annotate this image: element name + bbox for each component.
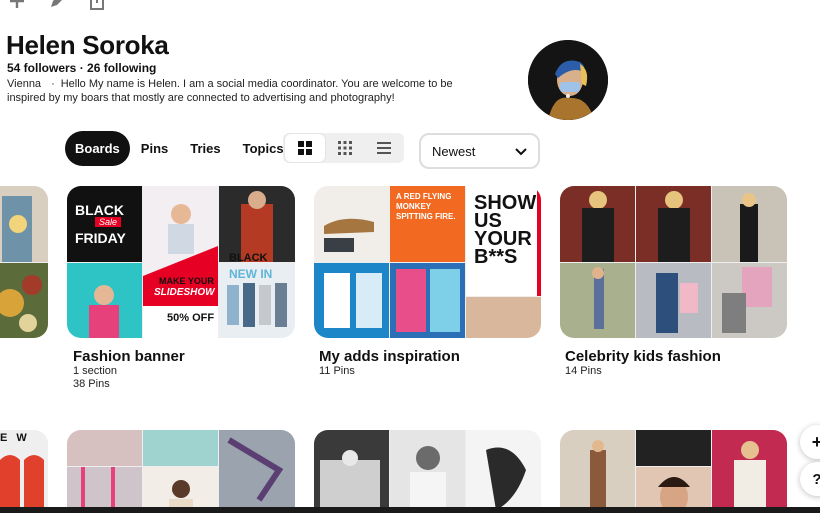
board-pins-count: 38 Pins — [73, 378, 110, 390]
share-icon[interactable] — [88, 0, 106, 15]
board-sections-count: 1 section — [73, 365, 118, 377]
board-cover-celebrity-kids[interactable] — [560, 186, 787, 338]
bio-separator: · — [51, 78, 55, 90]
board-title[interactable]: Celebrity kids fashion — [565, 348, 721, 365]
cover-text: A RED FLYING MONKEY SPITTING FIRE. — [396, 192, 456, 221]
bio-text: Hello My name is Helen. I am a social me… — [7, 78, 453, 104]
sort-selected-value: Newest — [432, 143, 476, 159]
board-cover-row2-bw[interactable] — [314, 430, 541, 513]
cover-text: BLACK — [229, 252, 268, 262]
cover-black-friday: BLACK Sale FRIDAY — [67, 186, 142, 262]
grid-large-icon[interactable] — [285, 134, 325, 162]
board-cover-row2-partial-left[interactable]: E W — [0, 430, 48, 513]
profile-location: Vienna — [7, 78, 42, 90]
tab-boards[interactable]: Boards — [65, 131, 130, 166]
list-icon[interactable] — [364, 134, 404, 162]
board-cover-row2-celebrity[interactable] — [560, 430, 787, 513]
board-cover-partial-left[interactable] — [0, 186, 48, 338]
cover-text: BLACK — [75, 202, 124, 218]
top-toolbar — [8, 0, 106, 15]
board-cover-row2-aerial[interactable] — [67, 430, 295, 513]
board-pins-count: 11 Pins — [319, 365, 355, 377]
cover-text: FRIDAY — [75, 230, 126, 246]
cover-text: Sale — [95, 217, 122, 227]
board-cover-my-adds[interactable]: A RED FLYING MONKEY SPITTING FIRE. SHOW … — [314, 186, 541, 338]
grid-small-icon[interactable] — [325, 134, 365, 162]
edit-pencil-icon[interactable] — [48, 0, 66, 15]
board-title[interactable]: Fashion banner — [73, 348, 185, 365]
follow-stats[interactable]: 54 followers · 26 following — [7, 61, 156, 75]
board-meta: 1 section 38 Pins — [73, 365, 117, 391]
bottom-edge-bar — [0, 507, 820, 513]
tab-pins[interactable]: Pins — [130, 131, 179, 166]
tab-tries[interactable]: Tries — [179, 131, 231, 166]
cover-text: MAKE YOUR — [159, 276, 214, 286]
add-button[interactable]: + — [800, 425, 820, 459]
chevron-down-icon — [515, 144, 527, 159]
sort-dropdown[interactable]: Newest — [419, 133, 540, 169]
profile-name: Helen Soroka — [6, 30, 169, 60]
board-pins-count: 14 Pins — [565, 365, 602, 377]
plus-icon[interactable] — [8, 0, 26, 15]
avatar[interactable] — [528, 40, 608, 120]
board-meta: 11 Pins — [319, 365, 355, 378]
help-button[interactable]: ? — [800, 462, 820, 496]
cover-text: NEW IN — [229, 267, 273, 281]
board-meta: 14 Pins — [565, 365, 602, 378]
view-mode-toggle — [283, 133, 404, 163]
profile-bio: Vienna · Hello My name is Helen. I am a so… — [7, 77, 477, 105]
board-cover-fashion-banner[interactable]: BLACK Sale FRIDAY MAKE YOUR SLIDESHOW 50… — [67, 186, 295, 338]
cover-text: B**S — [474, 246, 518, 268]
cover-text: SLIDESHOW — [154, 287, 215, 298]
board-title[interactable]: My adds inspiration — [319, 348, 460, 365]
cover-text: E W — [0, 432, 30, 444]
profile-tabs: Boards Pins Tries Topics — [65, 131, 295, 166]
cover-text: 50% OFF — [167, 312, 215, 324]
